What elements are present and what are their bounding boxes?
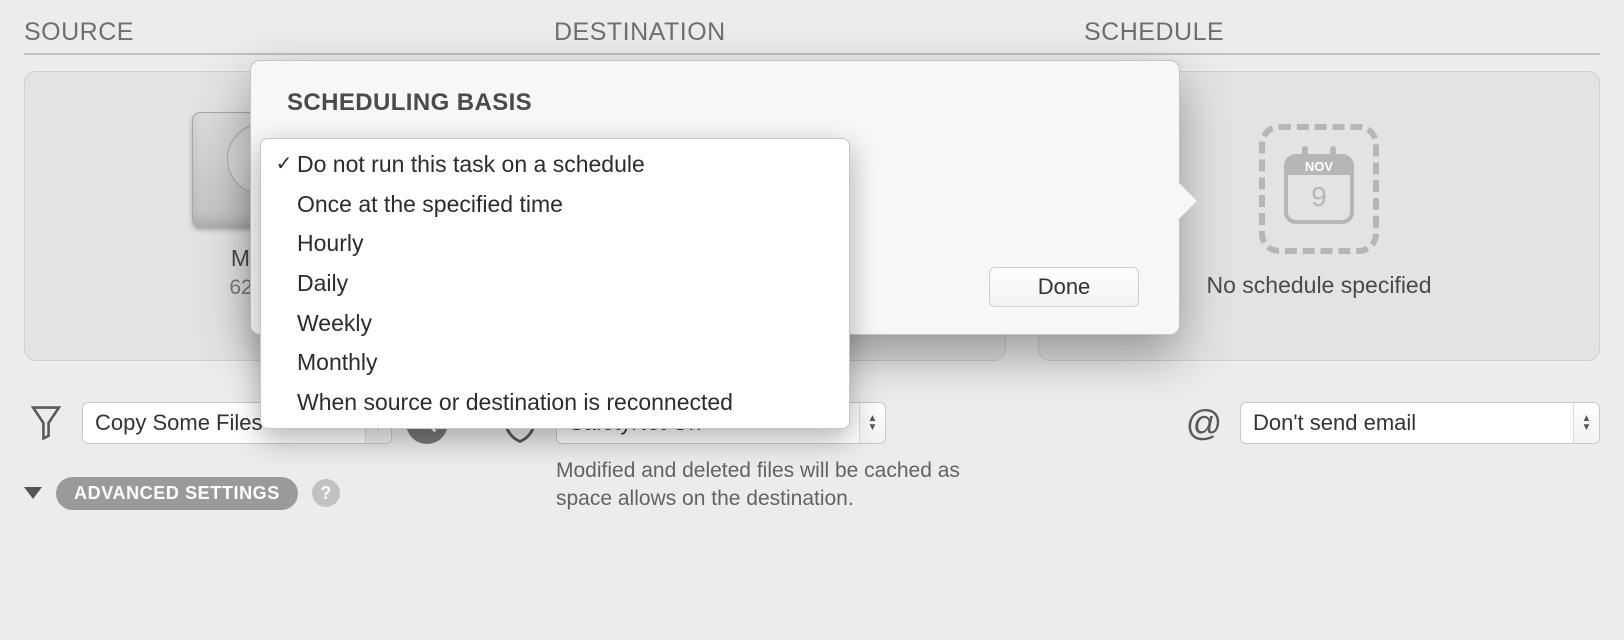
email-select[interactable]: Don't send email ▲▼ — [1240, 402, 1600, 444]
header-source: SOURCE — [24, 18, 554, 55]
done-button[interactable]: Done — [989, 267, 1139, 307]
menu-item-label: Daily — [297, 266, 348, 302]
checkmark-icon: ✓ — [271, 149, 297, 180]
popover-pointer — [1177, 181, 1197, 221]
header-destination: DESTINATION — [554, 18, 1084, 55]
at-icon: @ — [1182, 401, 1226, 445]
stepper-icon: ▲▼ — [859, 403, 885, 443]
menu-item-hourly[interactable]: Hourly — [261, 224, 849, 264]
menu-item-label: Do not run this task on a schedule — [297, 147, 645, 183]
disclosure-triangle-icon[interactable] — [24, 487, 42, 499]
menu-item-label: Once at the specified time — [297, 187, 563, 223]
combo-value: Don't send email — [1253, 410, 1416, 436]
stepper-icon: ▲▼ — [1573, 403, 1599, 443]
funnel-icon — [24, 401, 68, 445]
popover-title: SCHEDULING BASIS — [287, 89, 1143, 117]
column-headers: SOURCE DESTINATION SCHEDULE — [24, 18, 1600, 55]
safetynet-hint: Modified and deleted files will be cache… — [556, 457, 976, 514]
header-schedule: SCHEDULE — [1084, 18, 1600, 55]
help-button[interactable]: ? — [312, 479, 340, 507]
calendar-icon: NOV 9 — [1259, 124, 1379, 254]
schedule-caption: No schedule specified — [1206, 272, 1431, 299]
menu-item-weekly[interactable]: Weekly — [261, 304, 849, 344]
menu-item-label: When source or destination is reconnecte… — [297, 385, 733, 421]
menu-item-daily[interactable]: Daily — [261, 264, 849, 304]
combo-value: Copy Some Files — [95, 410, 263, 436]
menu-item-label: Weekly — [297, 306, 372, 342]
menu-item-label: Hourly — [297, 226, 363, 262]
menu-item-label: Monthly — [297, 345, 378, 381]
calendar-month: NOV — [1288, 158, 1350, 175]
menu-item-once[interactable]: Once at the specified time — [261, 185, 849, 225]
calendar-day: 9 — [1311, 175, 1327, 220]
menu-item-no-schedule[interactable]: ✓ Do not run this task on a schedule — [261, 145, 849, 185]
menu-item-monthly[interactable]: Monthly — [261, 343, 849, 383]
window-content: SOURCE DESTINATION SCHEDULE Macin 620.14… — [0, 0, 1624, 514]
menu-item-reconnected[interactable]: When source or destination is reconnecte… — [261, 383, 849, 423]
advanced-settings-label[interactable]: ADVANCED SETTINGS — [56, 477, 298, 510]
scheduling-basis-menu[interactable]: ✓ Do not run this task on a schedule Onc… — [260, 138, 850, 429]
advanced-settings-row: ADVANCED SETTINGS ? — [24, 477, 340, 510]
email-group: @ Don't send email ▲▼ — [1182, 401, 1600, 445]
